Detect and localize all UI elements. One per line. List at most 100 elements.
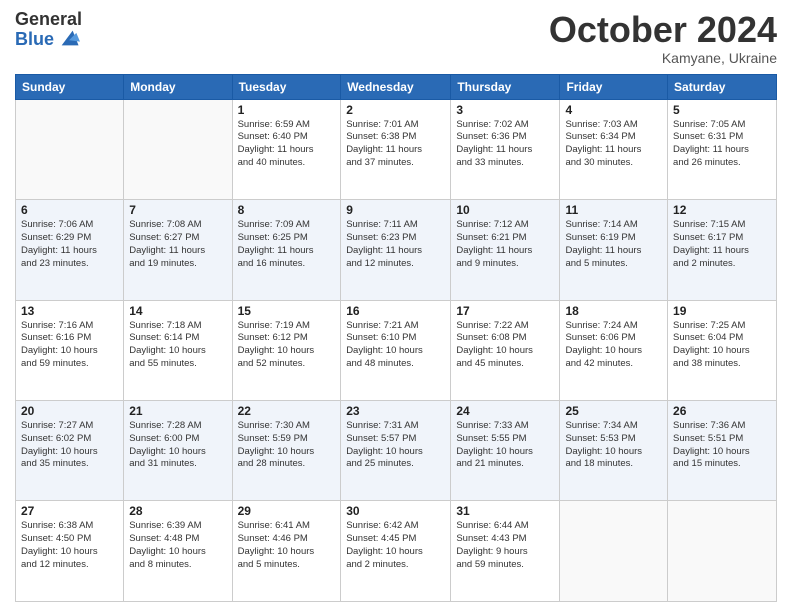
day-number: 25 [565,404,662,418]
day-info: Sunrise: 6:42 AM Sunset: 4:45 PM Dayligh… [346,520,445,571]
calendar-cell: 30Sunrise: 6:42 AM Sunset: 4:45 PM Dayli… [341,501,451,602]
day-number: 7 [129,203,226,217]
calendar-cell [668,501,777,602]
day-info: Sunrise: 7:15 AM Sunset: 6:17 PM Dayligh… [673,219,771,270]
day-info: Sunrise: 7:25 AM Sunset: 6:04 PM Dayligh… [673,320,771,371]
calendar-header-tuesday: Tuesday [232,74,341,99]
calendar-cell: 29 Sunrise: 6:41 AM Sunset: 4:46 PM Dayli… [232,501,341,602]
calendar-cell: 22 Sunrise: 7:30 AM Sunset: 5:59 PM Dayli… [232,401,341,501]
day-number: 20 [21,404,118,418]
calendar-table: SundayMondayTuesdayWednesdayThursdayFrid… [15,74,777,602]
day-number: 18 [565,304,662,318]
day-info: Sunrise: 7:24 AM Sunset: 6:06 PM Dayligh… [565,320,662,371]
day-number: 12 [673,203,771,217]
calendar-cell: 23 Sunrise: 7:31 AM Sunset: 5:57 PM Dayli… [341,401,451,501]
day-number: 23 [346,404,445,418]
day-info: Sunrise: 7:02 AM Sunset: 6:36 PM Dayligh… [456,119,554,170]
calendar-cell: 31 Sunrise: 6:44 AM Sunset: 4:43 PM Dayli… [451,501,560,602]
calendar-cell [16,99,124,199]
day-info: Sunrise: 7:28 AM Sunset: 6:00 PM Dayligh… [129,420,226,471]
day-number: 29 [238,504,336,518]
logo-blue-text: Blue [15,30,54,50]
calendar-cell: 11Sunrise: 7:14 AM Sunset: 6:19 PM Dayli… [560,200,668,300]
day-number: 4 [565,103,662,117]
day-info: Sunrise: 7:09 AM Sunset: 6:25 PM Dayligh… [238,219,336,270]
calendar-header-row: SundayMondayTuesdayWednesdayThursdayFrid… [16,74,777,99]
day-info: Sunrise: 7:14 AM Sunset: 6:19 PM Dayligh… [565,219,662,270]
day-number: 21 [129,404,226,418]
day-info: Sunrise: 6:39 AM Sunset: 4:48 PM Dayligh… [129,520,226,571]
calendar-cell: 1 Sunrise: 6:59 AM Sunset: 6:40 PM Daylig… [232,99,341,199]
day-number: 3 [456,103,554,117]
calendar-cell: 7Sunrise: 7:08 AM Sunset: 6:27 PM Daylig… [124,200,232,300]
day-info: Sunrise: 7:16 AM Sunset: 6:16 PM Dayligh… [21,320,118,371]
day-info: Sunrise: 6:59 AM Sunset: 6:40 PM Dayligh… [238,119,336,170]
calendar-cell: 8 Sunrise: 7:09 AM Sunset: 6:25 PM Daylig… [232,200,341,300]
day-info: Sunrise: 7:03 AM Sunset: 6:34 PM Dayligh… [565,119,662,170]
month-title: October 2024 [549,10,777,50]
calendar-cell: 2 Sunrise: 7:01 AM Sunset: 6:38 PM Daylig… [341,99,451,199]
calendar-header-saturday: Saturday [668,74,777,99]
day-number: 2 [346,103,445,117]
day-info: Sunrise: 7:21 AM Sunset: 6:10 PM Dayligh… [346,320,445,371]
calendar-cell [124,99,232,199]
calendar-cell: 15 Sunrise: 7:19 AM Sunset: 6:12 PM Dayli… [232,300,341,400]
calendar-cell: 17Sunrise: 7:22 AM Sunset: 6:08 PM Dayli… [451,300,560,400]
calendar-cell: 9 Sunrise: 7:11 AM Sunset: 6:23 PM Daylig… [341,200,451,300]
day-info: Sunrise: 6:41 AM Sunset: 4:46 PM Dayligh… [238,520,336,571]
calendar-cell: 12 Sunrise: 7:15 AM Sunset: 6:17 PM Dayli… [668,200,777,300]
day-info: Sunrise: 7:34 AM Sunset: 5:53 PM Dayligh… [565,420,662,471]
day-number: 10 [456,203,554,217]
day-number: 26 [673,404,771,418]
day-number: 5 [673,103,771,117]
calendar-cell: 27 Sunrise: 6:38 AM Sunset: 4:50 PM Dayli… [16,501,124,602]
day-number: 31 [456,504,554,518]
day-info: Sunrise: 7:06 AM Sunset: 6:29 PM Dayligh… [21,219,118,270]
calendar-cell: 13 Sunrise: 7:16 AM Sunset: 6:16 PM Dayli… [16,300,124,400]
calendar-cell: 14 Sunrise: 7:18 AM Sunset: 6:14 PM Dayli… [124,300,232,400]
location: Kamyane, Ukraine [549,50,777,66]
day-number: 8 [238,203,336,217]
day-info: Sunrise: 6:38 AM Sunset: 4:50 PM Dayligh… [21,520,118,571]
day-number: 9 [346,203,445,217]
day-number: 17 [456,304,554,318]
day-info: Sunrise: 7:01 AM Sunset: 6:38 PM Dayligh… [346,119,445,170]
calendar-cell [560,501,668,602]
day-info: Sunrise: 7:31 AM Sunset: 5:57 PM Dayligh… [346,420,445,471]
calendar-cell: 3 Sunrise: 7:02 AM Sunset: 6:36 PM Daylig… [451,99,560,199]
day-info: Sunrise: 7:18 AM Sunset: 6:14 PM Dayligh… [129,320,226,371]
calendar-header-monday: Monday [124,74,232,99]
calendar-cell: 25 Sunrise: 7:34 AM Sunset: 5:53 PM Dayli… [560,401,668,501]
day-number: 1 [238,103,336,117]
calendar-cell: 6 Sunrise: 7:06 AM Sunset: 6:29 PM Daylig… [16,200,124,300]
day-number: 15 [238,304,336,318]
day-number: 24 [456,404,554,418]
day-info: Sunrise: 6:44 AM Sunset: 4:43 PM Dayligh… [456,520,554,571]
calendar-cell: 21 Sunrise: 7:28 AM Sunset: 6:00 PM Dayli… [124,401,232,501]
logo: General Blue [15,10,82,50]
day-info: Sunrise: 7:05 AM Sunset: 6:31 PM Dayligh… [673,119,771,170]
calendar-cell: 28 Sunrise: 6:39 AM Sunset: 4:48 PM Dayli… [124,501,232,602]
calendar-cell: 24Sunrise: 7:33 AM Sunset: 5:55 PM Dayli… [451,401,560,501]
logo-icon [58,27,80,49]
day-number: 22 [238,404,336,418]
calendar-header-friday: Friday [560,74,668,99]
day-info: Sunrise: 7:30 AM Sunset: 5:59 PM Dayligh… [238,420,336,471]
day-number: 28 [129,504,226,518]
calendar-header-thursday: Thursday [451,74,560,99]
day-info: Sunrise: 7:19 AM Sunset: 6:12 PM Dayligh… [238,320,336,371]
day-number: 27 [21,504,118,518]
calendar-header-wednesday: Wednesday [341,74,451,99]
calendar-cell: 5 Sunrise: 7:05 AM Sunset: 6:31 PM Daylig… [668,99,777,199]
calendar-cell: 4 Sunrise: 7:03 AM Sunset: 6:34 PM Daylig… [560,99,668,199]
calendar-cell: 18 Sunrise: 7:24 AM Sunset: 6:06 PM Dayli… [560,300,668,400]
day-number: 6 [21,203,118,217]
day-number: 14 [129,304,226,318]
calendar-header-sunday: Sunday [16,74,124,99]
day-number: 13 [21,304,118,318]
day-number: 19 [673,304,771,318]
calendar-cell: 16Sunrise: 7:21 AM Sunset: 6:10 PM Dayli… [341,300,451,400]
day-info: Sunrise: 7:11 AM Sunset: 6:23 PM Dayligh… [346,219,445,270]
title-block: October 2024 Kamyane, Ukraine [549,10,777,66]
day-info: Sunrise: 7:27 AM Sunset: 6:02 PM Dayligh… [21,420,118,471]
